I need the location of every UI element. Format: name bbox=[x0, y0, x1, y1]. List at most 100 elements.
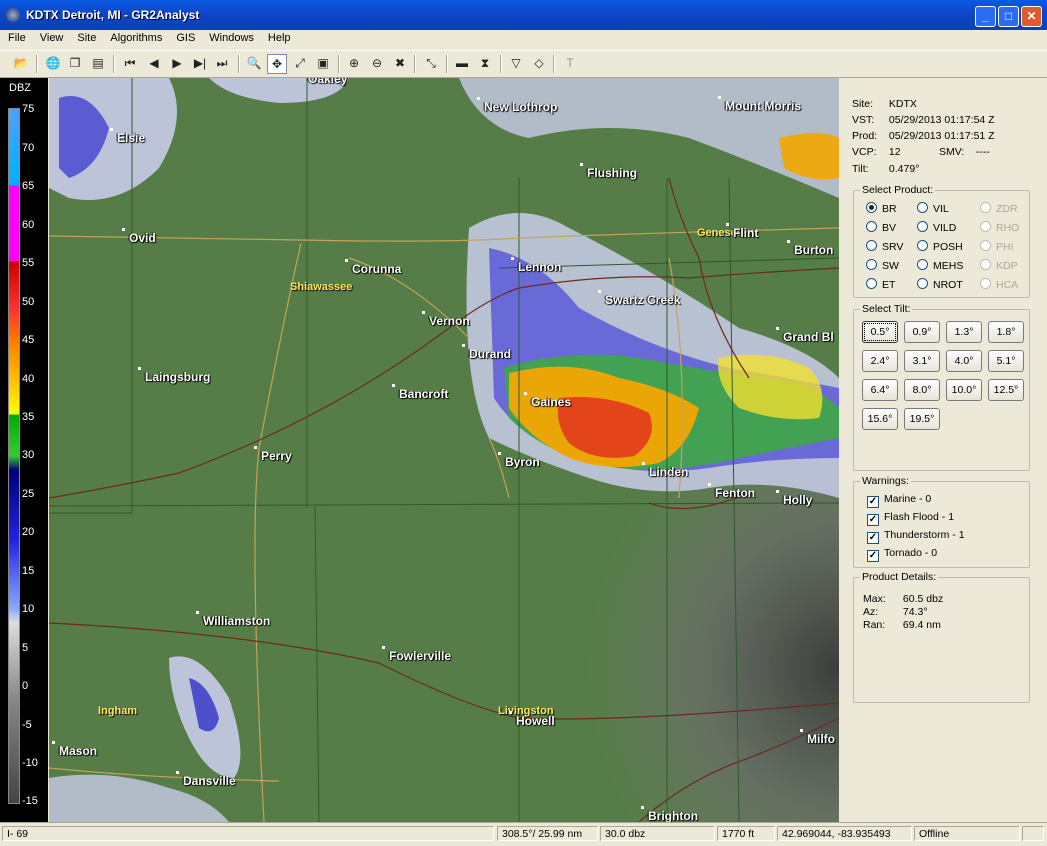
city-label: Fowlerville bbox=[381, 646, 452, 663]
first-frame-icon[interactable]: ⏮ bbox=[121, 54, 139, 72]
warning-checkbox-thunderstorm[interactable]: ✓ Thunderstorm - 1 bbox=[867, 529, 965, 544]
city-label: Holly bbox=[775, 490, 813, 507]
city-label: Laingsburg bbox=[137, 367, 211, 384]
tilt-button-15.6[interactable]: 15.6° bbox=[862, 408, 898, 430]
product-radio-nrot[interactable]: NROT bbox=[917, 278, 963, 291]
city-label: Brighton bbox=[641, 806, 698, 822]
city-label: Howell bbox=[509, 711, 555, 728]
menu-algorithms[interactable]: Algorithms bbox=[102, 30, 168, 44]
product-radio-kdp: KDP bbox=[980, 259, 1018, 272]
close-button[interactable]: ✕ bbox=[1021, 6, 1042, 27]
tilt-button-6.4[interactable]: 6.4° bbox=[862, 379, 898, 401]
tilt-button-8.0[interactable]: 8.0° bbox=[904, 379, 940, 401]
product-radio-et[interactable]: ET bbox=[866, 278, 895, 291]
zoom-reset-icon[interactable]: ✖ bbox=[391, 54, 409, 72]
last-frame-icon[interactable]: ⏭ bbox=[213, 54, 231, 72]
zoom-in-icon[interactable]: ⊕ bbox=[345, 54, 363, 72]
dbz-legend: DBZ 75 70 65 60 55 50 45 40 35 30 25 20 … bbox=[0, 78, 48, 822]
product-radio-vild[interactable]: VILD bbox=[917, 221, 956, 234]
select-tilt-title: Select Tilt: bbox=[860, 303, 913, 315]
status-highway: I- 69 bbox=[2, 826, 494, 841]
measure-icon[interactable]: ⤢ bbox=[291, 54, 309, 72]
product-radio-phi: PHI bbox=[980, 240, 1014, 253]
tilt-button-19.5[interactable]: 19.5° bbox=[904, 408, 940, 430]
menu-gis[interactable]: GIS bbox=[168, 30, 201, 44]
status-height: 1770 ft bbox=[717, 826, 775, 841]
triangle-marker-icon[interactable]: ▽ bbox=[507, 54, 525, 72]
tilt-button-1.3[interactable]: 1.3° bbox=[946, 321, 982, 343]
warning-checkbox-marine[interactable]: ✓ Marine - 0 bbox=[867, 493, 931, 508]
city-label: Gaines bbox=[523, 392, 572, 409]
product-radio-bv[interactable]: BV bbox=[866, 221, 896, 234]
cross-section-icon[interactable]: ⤡ bbox=[422, 54, 440, 72]
product-radio-zdr: ZDR bbox=[980, 202, 1018, 215]
menu-file[interactable]: File bbox=[0, 30, 32, 44]
tilt-button-12.5[interactable]: 12.5° bbox=[988, 379, 1024, 401]
tilt-button-3.1[interactable]: 3.1° bbox=[904, 350, 940, 372]
tilt-button-1.8[interactable]: 1.8° bbox=[988, 321, 1024, 343]
tilt-button-4.0[interactable]: 4.0° bbox=[946, 350, 982, 372]
title-bar: KDTX Detroit, MI - GR2Analyst _ □ ✕ bbox=[0, 0, 1047, 30]
window-icon[interactable]: ▣ bbox=[314, 54, 332, 72]
city-label: Williamston bbox=[195, 611, 271, 628]
legend-tick: 25 bbox=[22, 488, 35, 500]
product-radio-srv[interactable]: SRV bbox=[866, 240, 903, 253]
tilt-button-10.0[interactable]: 10.0° bbox=[946, 379, 982, 401]
diamond-marker-icon[interactable]: ◇ bbox=[530, 54, 548, 72]
city-label: Corunna bbox=[344, 259, 402, 276]
city-label: Flint bbox=[725, 223, 759, 240]
prev-frame-icon[interactable]: ◀ bbox=[145, 54, 163, 72]
open-icon[interactable]: 📂 bbox=[12, 54, 30, 72]
tilt-button-5.1[interactable]: 5.1° bbox=[988, 350, 1024, 372]
legend-tick: 40 bbox=[22, 373, 35, 385]
city-label: Mason bbox=[51, 741, 98, 758]
rectangle-icon[interactable]: ▬ bbox=[453, 54, 471, 72]
city-label: Grand Bl bbox=[776, 327, 834, 344]
tilt-info: Tilt: 0.479° bbox=[852, 163, 920, 175]
next-frame-icon[interactable]: ▶| bbox=[191, 54, 209, 72]
text-icon[interactable]: T bbox=[561, 54, 579, 72]
menu-windows[interactable]: Windows bbox=[201, 30, 260, 44]
city-label: Ovid bbox=[122, 228, 156, 245]
globe-icon[interactable]: 🌐 bbox=[44, 54, 62, 72]
play-icon[interactable]: ▶ bbox=[168, 54, 186, 72]
copy-icon[interactable]: ❐ bbox=[66, 54, 84, 72]
tilt-button-0.9[interactable]: 0.9° bbox=[904, 321, 940, 343]
status-bar: I- 69 308.5°/ 25.99 nm 30.0 dbz 1770 ft … bbox=[0, 822, 1047, 846]
menu-site[interactable]: Site bbox=[69, 30, 102, 44]
pan-icon[interactable]: ✥ bbox=[267, 54, 287, 74]
radar-map[interactable]: Shiawassee Genesee Ingham Livingston Oak… bbox=[49, 78, 839, 822]
status-polar: 308.5°/ 25.99 nm bbox=[497, 826, 598, 841]
city-label: Dansville bbox=[176, 771, 236, 788]
county-label: Ingham bbox=[98, 705, 138, 717]
vertical-profile-icon[interactable]: ⧗ bbox=[476, 54, 494, 72]
layers-icon[interactable]: ▤ bbox=[89, 54, 107, 72]
menu-view[interactable]: View bbox=[32, 30, 70, 44]
city-label: Swartz Creek bbox=[597, 290, 681, 307]
zoom-out-icon[interactable]: ⊖ bbox=[368, 54, 386, 72]
legend-tick: 55 bbox=[22, 257, 35, 269]
magnifier-icon[interactable]: 🔍 bbox=[245, 54, 263, 72]
product-radio-vil[interactable]: VIL bbox=[917, 202, 949, 215]
menu-help[interactable]: Help bbox=[260, 30, 297, 44]
product-radio-mehs[interactable]: MEHS bbox=[917, 259, 963, 272]
warning-checkbox-tornado[interactable]: ✓ Tornado - 0 bbox=[867, 547, 937, 562]
city-label: Vernon bbox=[422, 311, 470, 328]
minimize-button[interactable]: _ bbox=[975, 6, 996, 27]
resize-grip[interactable] bbox=[1022, 826, 1044, 841]
product-radio-posh[interactable]: POSH bbox=[917, 240, 963, 253]
vcp-info: VCP: 12 bbox=[852, 146, 901, 158]
tilt-button-0.5[interactable]: 0.5° bbox=[862, 321, 898, 343]
city-label: New Lothrop bbox=[476, 97, 558, 114]
city-label: Byron bbox=[498, 452, 540, 469]
legend-tick: -5 bbox=[22, 719, 32, 731]
window-title: KDTX Detroit, MI - GR2Analyst bbox=[26, 8, 200, 22]
city-label: Lennon bbox=[510, 257, 562, 274]
tilt-button-2.4[interactable]: 2.4° bbox=[862, 350, 898, 372]
product-radio-br[interactable]: BR bbox=[866, 202, 897, 215]
product-radio-sw[interactable]: SW bbox=[866, 259, 899, 272]
maximize-button[interactable]: □ bbox=[998, 6, 1019, 27]
city-label: Flushing bbox=[580, 163, 637, 180]
detail-az: Az: 74.3° bbox=[863, 606, 928, 618]
warning-checkbox-flash-flood[interactable]: ✓ Flash Flood - 1 bbox=[867, 511, 954, 526]
